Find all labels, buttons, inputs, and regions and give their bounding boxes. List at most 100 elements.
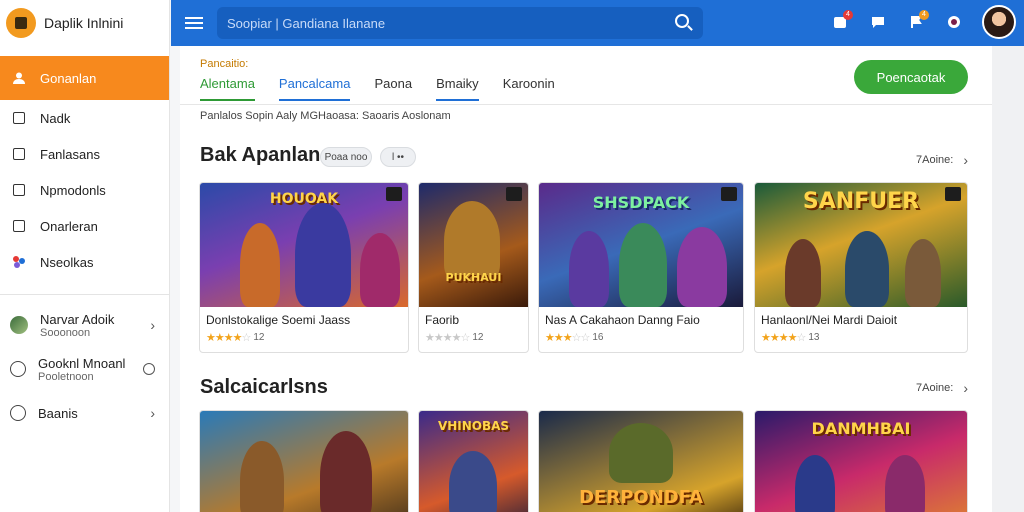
apps-icon — [12, 255, 26, 269]
location-icon — [10, 361, 26, 377]
search-bar[interactable] — [217, 7, 703, 39]
sidebar-item-npmodonls[interactable]: Npmodonls — [0, 172, 169, 208]
avatar-icon — [10, 316, 28, 334]
game-logo: SHSDPACK — [592, 193, 690, 212]
app-logo-icon — [6, 8, 36, 38]
game-logo: DANMHBAI — [811, 419, 911, 438]
game-rating: ★★★★☆ 12 — [200, 327, 408, 348]
menu-icon[interactable] — [185, 17, 203, 29]
top-header: 4 4 — [171, 0, 1024, 46]
game-card[interactable]: DANMHBAI — [754, 410, 968, 512]
tab-paona[interactable]: Paona — [374, 76, 412, 101]
search-input[interactable] — [227, 15, 647, 31]
account-title: Baanis — [38, 405, 78, 421]
game-thumbnail: PUKHAUI — [419, 183, 528, 307]
game-rating: ★★★☆☆ 16 — [539, 327, 743, 348]
sidebar-item-onarleran[interactable]: Onarleran — [0, 208, 169, 244]
tab-alentama[interactable]: Alentama — [200, 76, 255, 101]
breadcrumb[interactable]: Pancaitio: — [200, 58, 248, 70]
radio-icon[interactable] — [143, 361, 155, 375]
game-thumbnail: HOUOAK — [200, 183, 408, 307]
star-rating-icon: ★★★★☆ — [425, 332, 470, 344]
window-icon — [12, 219, 26, 233]
sidebar-item-label: Npmodonls — [40, 182, 106, 198]
chart-icon — [12, 183, 26, 197]
see-all-link-1[interactable]: 7Aoine: › — [916, 152, 968, 168]
game-logo: PUKHAUI — [445, 271, 502, 284]
chevron-right-icon: › — [963, 380, 968, 396]
game-card[interactable] — [199, 410, 409, 512]
sidebar-account-3[interactable]: Baanis › — [0, 391, 169, 435]
flag-badge: 4 — [919, 10, 929, 20]
see-all-link-2[interactable]: 7Aoine: › — [916, 380, 968, 396]
sidebar-divider — [0, 294, 169, 295]
tab-bmaiky[interactable]: Bmaiky — [436, 76, 479, 101]
checkbox-icon — [12, 147, 26, 161]
tab-pancalcama[interactable]: Pancalcama — [278, 76, 351, 101]
game-thumbnail: DERPONDFA — [539, 411, 743, 512]
sidebar-item-fanlasans[interactable]: Fanlasans — [0, 136, 169, 172]
game-logo: VHINOBAS — [437, 419, 510, 433]
see-all-label: 7Aoine: — [916, 382, 954, 394]
sidebar-item-label: Nadk — [40, 110, 71, 126]
section-title-1: Bak Apanlan: — [200, 144, 328, 166]
game-title: Hanlaonl/Nei Mardi Daioit — [761, 313, 898, 327]
game-logo: HOUOAK — [269, 191, 339, 207]
brand[interactable]: Daplik Inlnini — [0, 0, 169, 46]
game-card[interactable]: HOUOAK Donlstokalige Soemi Jaass ★★★★☆ 12 — [199, 182, 409, 353]
notification-icon[interactable]: 4 — [830, 10, 853, 32]
account-subtitle: Pooletnoon — [38, 370, 94, 383]
game-title: Faorib — [425, 313, 460, 327]
filter-pill-2[interactable]: l •• — [380, 147, 416, 167]
flag-icon[interactable]: 4 — [906, 10, 929, 32]
section-title-2: Salcaicarlsns — [200, 376, 328, 398]
game-card[interactable]: DERPONDFA — [538, 410, 744, 512]
sidebar-account-1[interactable]: Narvar Adoik Sooonoon › — [0, 303, 169, 347]
tab-bar: Alentama Pancalcama Paona Bmaiky Karooni… — [200, 76, 555, 101]
app-name: Daplik Inlnini — [44, 15, 124, 31]
chat-icon[interactable] — [868, 12, 888, 32]
game-thumbnail: DANMHBAI — [755, 411, 967, 512]
scrollbar-track[interactable] — [992, 46, 1024, 512]
primary-action-button[interactable]: Poencaotak — [854, 60, 968, 94]
filter-summary: Panlalos Sopin Aaly MGHaoasa: Saoaris Ao… — [200, 110, 451, 122]
game-thumbnail: VHINOBAS — [419, 411, 528, 512]
star-rating-icon: ★★★★☆ — [206, 332, 251, 344]
rating-count: 16 — [592, 332, 604, 343]
chevron-right-icon: › — [963, 152, 968, 168]
sidebar-item-label: Fanlasans — [40, 146, 100, 162]
account-title: Gooknl Mnoanl — [38, 355, 126, 371]
game-title: Nas A Cakahaon Danng Faio — [545, 313, 700, 327]
account-title: Narvar Adoik — [40, 311, 115, 327]
settings-icon[interactable] — [944, 12, 964, 32]
notification-badge: 4 — [843, 10, 853, 20]
chevron-right-icon: › — [150, 317, 155, 333]
account-subtitle: Sooonoon — [40, 326, 91, 339]
edit-icon — [12, 111, 26, 125]
star-rating-icon: ★★★☆☆ — [545, 332, 590, 344]
game-logo: SANFUER — [802, 189, 920, 214]
sidebar-item-home[interactable]: Gonanlan — [0, 56, 169, 100]
help-icon — [10, 405, 26, 421]
game-rating: ★★★★☆ 13 — [755, 327, 967, 348]
filter-pill-1[interactable]: Poaa noo — [320, 147, 372, 167]
game-card[interactable]: VHINOBAS — [418, 410, 529, 512]
sidebar-item-nseolkas[interactable]: Nseolkas — [0, 244, 169, 280]
star-rating-icon: ★★★★☆ — [761, 332, 806, 344]
rating-count: 12 — [472, 332, 484, 343]
sidebar-item-nadk[interactable]: Nadk — [0, 100, 169, 136]
game-card[interactable]: SHSDPACK Nas A Cakahaon Danng Faio ★★★☆☆… — [538, 182, 744, 353]
chevron-right-icon: › — [150, 405, 155, 421]
tab-divider — [180, 104, 992, 105]
header-actions: 4 4 — [830, 5, 1016, 39]
game-title: Donlstokalige Soemi Jaass — [206, 313, 351, 327]
see-all-label: 7Aoine: — [916, 154, 954, 166]
game-card[interactable]: PUKHAUI Faorib ★★★★☆ 12 — [418, 182, 529, 353]
avatar[interactable] — [982, 5, 1016, 39]
game-card[interactable]: SANFUER Hanlaonl/Nei Mardi Daioit ★★★★☆ 1… — [754, 182, 968, 353]
search-icon[interactable] — [675, 14, 689, 28]
sidebar-account-2[interactable]: Gooknl Mnoanl Pooletnoon — [0, 347, 169, 391]
tab-karoonin[interactable]: Karoonin — [503, 76, 555, 101]
sidebar: Daplik Inlnini Gonanlan Nadk Fanlasans N… — [0, 0, 170, 512]
game-logo: DERPONDFA — [579, 487, 703, 508]
